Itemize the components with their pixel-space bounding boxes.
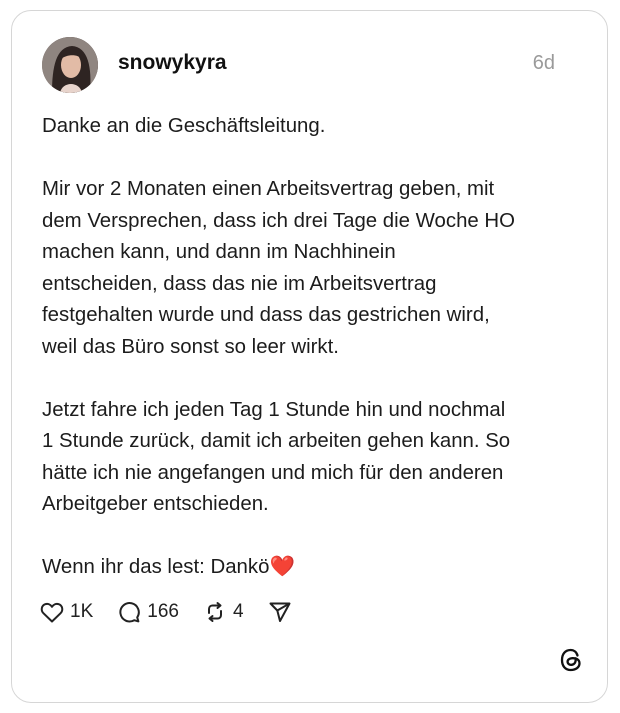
post-closing-text: Wenn ihr das lest: Dankö [42, 556, 270, 578]
comment-bubble-icon [117, 600, 141, 624]
threads-logo-icon [557, 646, 585, 674]
heart-icon [40, 601, 64, 623]
post-paragraph: Mir vor 2 Monaten einen Arbeitsvertrag g… [42, 178, 516, 358]
like-button[interactable]: 1K [40, 601, 93, 623]
post-card: snowykyra 6d Danke an die Geschäftsleitu… [11, 10, 608, 703]
like-count: 1K [70, 601, 94, 622]
post-paragraph: Danke an die Geschäftsleitung. [42, 115, 326, 137]
comment-count: 166 [147, 601, 179, 622]
post-closing-line: Wenn ihr das lest: Dankö❤️ [42, 552, 582, 584]
post-timestamp: 6d [532, 52, 555, 74]
post-paragraph: Jetzt fahre ich jeden Tag 1 Stunde hin u… [42, 398, 511, 516]
heart-emoji: ❤️ [269, 556, 295, 578]
username[interactable]: snowykyra [118, 51, 227, 75]
share-icon [268, 600, 292, 624]
repost-icon [203, 600, 227, 624]
repost-button[interactable]: 4 [203, 600, 244, 624]
action-bar: 1K 166 4 [40, 597, 316, 627]
comment-button[interactable]: 166 [117, 600, 179, 624]
post-body: Danke an die Geschäftsleitung. Mir vor 2… [42, 111, 582, 584]
avatar[interactable] [42, 37, 98, 93]
share-button[interactable] [268, 600, 292, 624]
repost-count: 4 [232, 601, 244, 622]
